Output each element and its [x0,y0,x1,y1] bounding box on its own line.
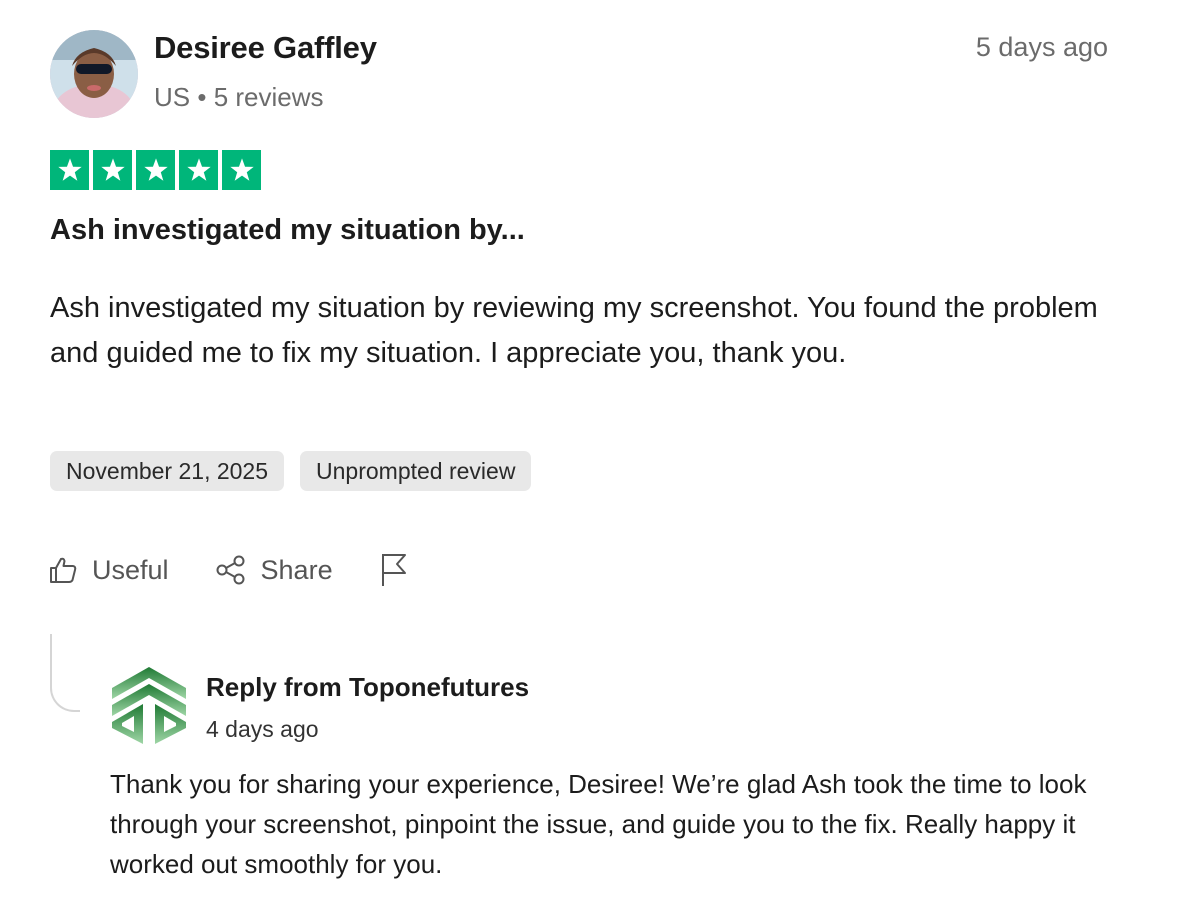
share-button[interactable]: Share [215,555,333,586]
thumbs-up-icon [50,557,77,583]
star-rating [50,150,261,190]
reply-time-ago: 4 days ago [206,716,319,742]
reply-from: Reply from Toponefutures [206,672,530,702]
toponefutures-logo-icon [112,667,186,744]
reviewer-avatar[interactable] [50,30,138,118]
reviewer-name[interactable]: Desiree Gaffley [154,30,377,66]
star-icon [100,158,125,181]
report-button[interactable] [379,552,409,588]
reviewer-meta: US • 5 reviews [154,82,324,113]
avatar-photo [50,30,138,118]
reply-connector-line [50,634,80,712]
review-tags: November 21, 2025 Unprompted review [50,451,532,491]
star-4 [179,150,218,190]
useful-label: Useful [92,554,169,585]
date-tag: November 21, 2025 [50,451,285,491]
review-actions: Useful Share [48,552,455,588]
share-icon [216,555,245,585]
review-time-ago: 5 days ago [975,32,1108,62]
star-icon [186,158,211,181]
reviewer-reviews-count: 5 reviews [213,82,324,112]
star-5 [222,150,261,190]
meta-separator: • [197,82,207,112]
share-label: Share [260,554,333,585]
company-logo[interactable] [110,666,188,748]
flag-icon [381,554,406,586]
star-icon [143,158,168,181]
star-icon [229,158,254,181]
review-title[interactable]: Ash investigated my situation by... [50,214,525,247]
unprompted-tag[interactable]: Unprompted review [300,451,532,491]
useful-button[interactable]: Useful [48,555,169,586]
star-3 [136,150,175,190]
star-2 [93,150,132,190]
review-body: Ash investigated my situation by reviewi… [50,292,1098,369]
star-1 [50,150,89,190]
star-icon [57,158,82,181]
reviewer-country: US [154,82,191,112]
reply-body: Thank you for sharing your experience, D… [110,769,1087,879]
